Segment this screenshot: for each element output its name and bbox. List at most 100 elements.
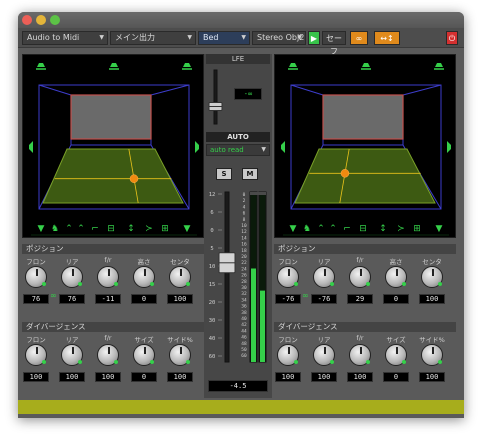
knob-indicator xyxy=(324,269,326,276)
knob-indicator xyxy=(396,347,398,354)
speaker-top-icon xyxy=(110,63,118,67)
lfe-fader-track xyxy=(213,69,218,125)
output-path-select[interactable]: メイン出力 ▼ xyxy=(110,31,196,45)
left-position-knob[interactable] xyxy=(133,266,155,288)
left-divergence-value[interactable]: 100 xyxy=(23,372,49,382)
panner-tool-icon: ⊞ xyxy=(161,224,169,234)
left-position-value[interactable]: 76 xyxy=(23,294,49,304)
speaker-right-icon xyxy=(195,141,199,153)
knob-led xyxy=(366,360,370,364)
left-divergence-knob[interactable] xyxy=(61,344,83,366)
left-divergence-knob-label: リア xyxy=(65,336,79,344)
right-position-knob-label: リア xyxy=(317,258,331,266)
pan-position-dot xyxy=(129,174,139,183)
right-divergence-knob[interactable] xyxy=(421,344,443,366)
speaker-left-icon xyxy=(281,141,285,153)
left-position-value[interactable]: 76 xyxy=(59,294,85,304)
panner-tool-icon: ▼ xyxy=(290,224,297,234)
close-window-button[interactable] xyxy=(22,15,32,25)
main-fader-meter[interactable]: 1260510152030406002468101214161820222426… xyxy=(204,188,270,368)
right-position-value[interactable]: 0 xyxy=(383,294,409,304)
right-divergence-value[interactable]: 0 xyxy=(383,372,409,382)
left-divergence-knob[interactable] xyxy=(97,344,119,366)
left-position-knob-label: フロン xyxy=(26,258,46,266)
solo-button[interactable]: S xyxy=(216,168,232,180)
link-icon[interactable]: ∞ xyxy=(350,31,368,45)
meter-scale-label: 20 xyxy=(241,254,247,260)
fader-scale-label: 15 xyxy=(209,282,216,288)
right-position-value[interactable]: -76 xyxy=(311,294,337,304)
left-position-knob[interactable] xyxy=(61,266,83,288)
fader-scale-label: 0 xyxy=(210,228,213,234)
left-position-value[interactable]: -11 xyxy=(95,294,121,304)
right-position-knob[interactable] xyxy=(313,266,335,288)
lfe-fader[interactable] xyxy=(206,68,226,126)
back-wall xyxy=(70,94,152,140)
right-panner-grid[interactable]: ▼ ♞ ⌃ ⌃ ⌐ ⊟ ↕ ≻ ⊞ ▼ xyxy=(274,54,456,238)
left-position-value[interactable]: 0 xyxy=(131,294,157,304)
right-position-value[interactable]: 100 xyxy=(419,294,445,304)
left-divergence-knob[interactable] xyxy=(169,344,191,366)
left-panner-grid[interactable]: ▼ ♞ ⌃ ⌃ ⌐ ⊟ ↕ ≻ ⊞ ▼ xyxy=(22,54,204,238)
panner-tool-icon: ⌃ xyxy=(317,224,325,234)
right-position-knob-label: 高さ xyxy=(389,258,403,266)
fader-scale-label: 6 xyxy=(210,210,213,216)
knob-indicator xyxy=(324,347,326,354)
mute-button[interactable]: M xyxy=(242,168,258,180)
input-path-select[interactable]: Audio to Midi ▼ xyxy=(22,31,108,45)
knob-indicator xyxy=(108,269,110,276)
meter-scale-label: 34 xyxy=(241,297,247,303)
floor-plane xyxy=(42,148,184,204)
panner-tool-icon: ♞ xyxy=(303,224,311,234)
expand-icon[interactable]: ↔↕ xyxy=(374,31,400,45)
left-position-knob[interactable] xyxy=(25,266,47,288)
left-divergence-knob[interactable] xyxy=(25,344,47,366)
save-button[interactable]: セーフ xyxy=(322,31,346,56)
panner-tool-icon: ⊞ xyxy=(413,224,421,234)
left-position-value[interactable]: 100 xyxy=(167,294,193,304)
bed-select[interactable]: Bed ▼ xyxy=(198,31,250,45)
play-icon[interactable]: ▶ xyxy=(308,31,320,45)
meter-scale-label: 10 xyxy=(241,223,247,229)
right-position-knob[interactable] xyxy=(277,266,299,288)
right-position-knob[interactable] xyxy=(349,266,371,288)
right-divergence-knob[interactable] xyxy=(385,344,407,366)
zoom-window-button[interactable] xyxy=(50,15,60,25)
meter-scale-label: 14 xyxy=(241,235,247,241)
power-button[interactable]: ⏻ xyxy=(446,31,458,45)
link-icon[interactable]: ∞ xyxy=(302,292,309,300)
meter-clip-led xyxy=(250,192,266,195)
right-position-value[interactable]: 29 xyxy=(347,294,373,304)
link-icon[interactable]: ∞ xyxy=(50,292,57,300)
right-divergence-value[interactable]: 100 xyxy=(347,372,373,382)
left-divergence-value[interactable]: 100 xyxy=(59,372,85,382)
right-position-knob[interactable] xyxy=(385,266,407,288)
center-strip: LFE -∞ AUTO auto read ▼ S M 12 6 0 5 10 15 20 30… xyxy=(204,54,272,398)
minimize-window-button[interactable] xyxy=(36,15,46,25)
right-position-knob-label: フロン xyxy=(278,258,298,266)
left-position-knob[interactable] xyxy=(97,266,119,288)
right-divergence-value[interactable]: 100 xyxy=(419,372,445,382)
left-divergence-value[interactable]: 100 xyxy=(167,372,193,382)
meter-left-level xyxy=(251,268,256,362)
left-divergence-value[interactable]: 100 xyxy=(95,372,121,382)
right-divergence-knob[interactable] xyxy=(349,344,371,366)
right-divergence-knob[interactable] xyxy=(313,344,335,366)
right-position-knob[interactable] xyxy=(421,266,443,288)
left-position-knob[interactable] xyxy=(169,266,191,288)
meter-scale-label: 44 xyxy=(241,328,247,334)
left-divergence-value[interactable]: 0 xyxy=(131,372,157,382)
right-divergence-knob[interactable] xyxy=(277,344,299,366)
panner-tool-icon: ↕ xyxy=(127,224,135,234)
right-position-value[interactable]: -76 xyxy=(275,294,301,304)
automation-mode-select[interactable]: auto read ▼ xyxy=(206,144,270,156)
right-divergence-value[interactable]: 100 xyxy=(275,372,301,382)
left-position-knob-label: 高さ xyxy=(137,258,151,266)
meter-scale-label: 40 xyxy=(241,316,247,322)
object-select[interactable]: Stereo Obj2 ▼ xyxy=(252,31,306,45)
left-divergence-knob[interactable] xyxy=(133,344,155,366)
speaker-top-icon xyxy=(37,63,45,67)
panner-tool-icon: ▼ xyxy=(38,224,45,234)
right-divergence-value[interactable]: 100 xyxy=(311,372,337,382)
meter-scale-label: 8 xyxy=(243,217,246,223)
